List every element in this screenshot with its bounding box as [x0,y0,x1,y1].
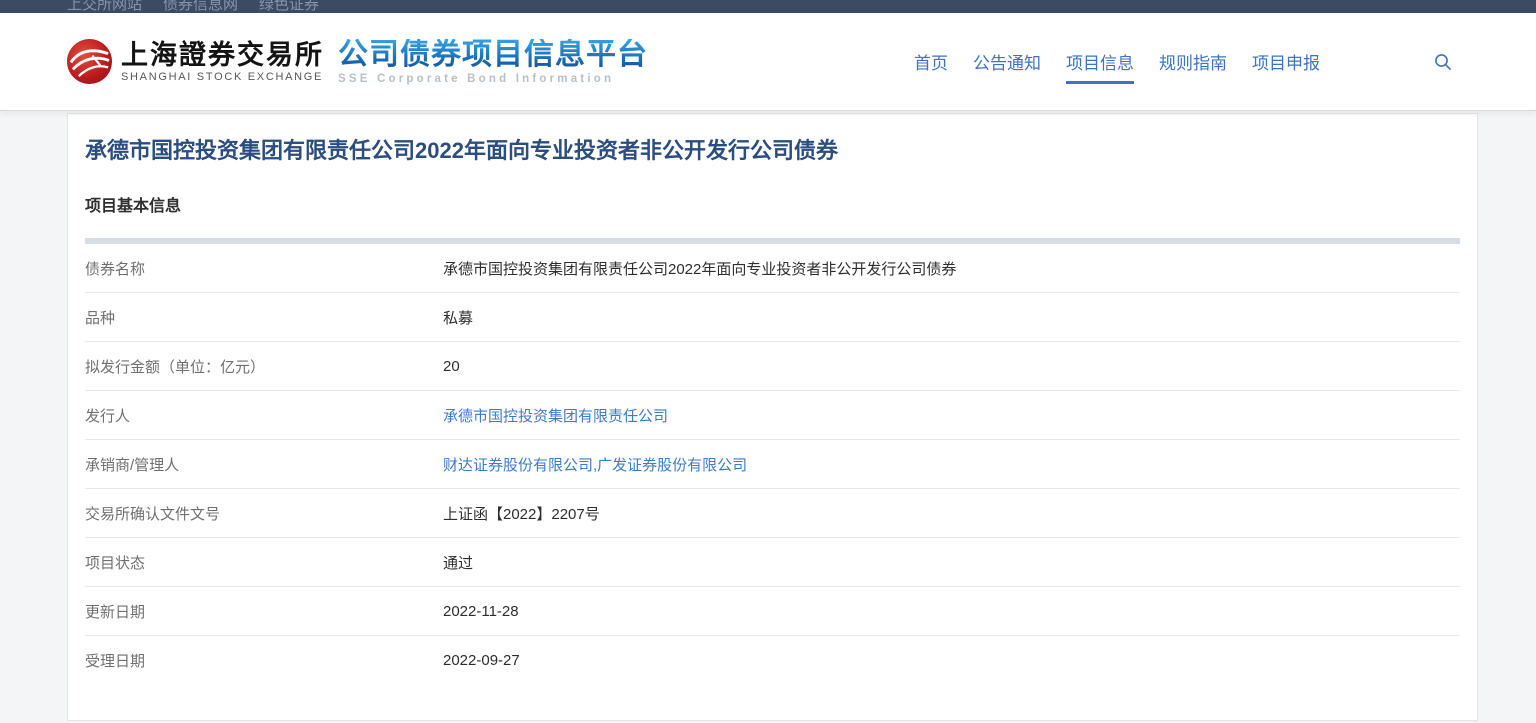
info-label: 更新日期 [85,601,443,622]
info-row-confirmation-doc-number: 交易所确认文件文号 上证函【2022】2207号 [85,489,1460,538]
info-row-update-date: 更新日期 2022-11-28 [85,587,1460,636]
project-detail-card: 承德市国控投资集团有限责任公司2022年面向专业投资者非公开发行公司债券 项目基… [67,113,1478,721]
info-row-issuer: 发行人 承德市国控投资集团有限责任公司 [85,391,1460,440]
info-value: 2022-09-27 [443,652,520,669]
info-label: 品种 [85,307,443,328]
info-label: 拟发行金额（单位：亿元） [85,356,443,377]
info-label: 承销商/管理人 [85,454,443,475]
info-value: 20 [443,358,460,375]
info-label: 项目状态 [85,552,443,573]
nav-item-project-info[interactable]: 项目信息 [1066,47,1134,76]
topbar-link-bond-info[interactable]: 债券信息网 [163,0,238,13]
info-row-variety: 品种 私募 [85,293,1460,342]
info-value: 上证函【2022】2207号 [443,503,600,524]
info-value: 承德市国控投资集团有限责任公司2022年面向专业投资者非公开发行公司债券 [443,258,956,279]
topbar-link-sse-site[interactable]: 上交所网站 [67,0,142,13]
search-icon [1434,53,1452,71]
info-row-planned-amount: 拟发行金额（单位：亿元） 20 [85,342,1460,391]
sse-logo-icon [67,39,112,84]
nav-item-rules-guide[interactable]: 规则指南 [1159,47,1227,76]
nav-item-announcements[interactable]: 公告通知 [973,47,1041,76]
info-row-underwriter: 承销商/管理人 财达证券股份有限公司,广发证券股份有限公司 [85,440,1460,489]
nav-item-home[interactable]: 首页 [914,47,948,76]
issuer-link[interactable]: 承德市国控投资集团有限责任公司 [443,405,668,426]
info-value: 私募 [443,307,473,328]
info-label: 交易所确认文件文号 [85,503,443,524]
brand-name-en: SHANGHAI STOCK EXCHANGE [121,71,324,83]
info-value: 2022-11-28 [443,603,519,620]
main-nav: 首页 公告通知 项目信息 规则指南 项目申报 [914,47,1453,76]
topbar-link-green-securities[interactable]: 绿色证券 [259,0,319,13]
info-row-acceptance-date: 受理日期 2022-09-27 [85,636,1460,685]
top-utility-links: 上交所网站 债券信息网 绿色证券 [67,0,1536,13]
info-table: 债券名称 承德市国控投资集团有限责任公司2022年面向专业投资者非公开发行公司债… [85,244,1460,685]
info-row-project-status: 项目状态 通过 [85,538,1460,587]
status-value: 通过 [443,552,473,573]
platform-title-cn: 公司债券项目信息平台 [338,39,648,71]
brand-block[interactable]: 上海證券交易所 SHANGHAI STOCK EXCHANGE [67,39,324,84]
search-button[interactable] [1433,52,1453,72]
info-label: 受理日期 [85,650,443,671]
brand-name-cn: 上海證券交易所 [121,40,324,70]
section-title-basic-info: 项目基本信息 [85,196,1460,218]
top-utility-bar: 上交所网站 债券信息网 绿色证券 [0,0,1536,13]
site-header: 上海證券交易所 SHANGHAI STOCK EXCHANGE 公司债券项目信息… [0,13,1536,111]
info-row-bond-name: 债券名称 承德市国控投资集团有限责任公司2022年面向专业投资者非公开发行公司债… [85,244,1460,293]
brand-text: 上海證券交易所 SHANGHAI STOCK EXCHANGE [121,40,324,83]
nav-item-project-declaration[interactable]: 项目申报 [1252,47,1320,76]
platform-title-block: 公司债券项目信息平台 SSE Corporate Bond Informatio… [338,39,648,85]
page-title: 承德市国控投资集团有限责任公司2022年面向专业投资者非公开发行公司债券 [85,114,1460,166]
info-label: 发行人 [85,405,443,426]
underwriter-link[interactable]: 财达证券股份有限公司,广发证券股份有限公司 [443,454,747,475]
platform-title-en: SSE Corporate Bond Information [338,73,648,85]
page-body: 承德市国控投资集团有限责任公司2022年面向专业投资者非公开发行公司债券 项目基… [0,111,1536,721]
info-label: 债券名称 [85,258,443,279]
